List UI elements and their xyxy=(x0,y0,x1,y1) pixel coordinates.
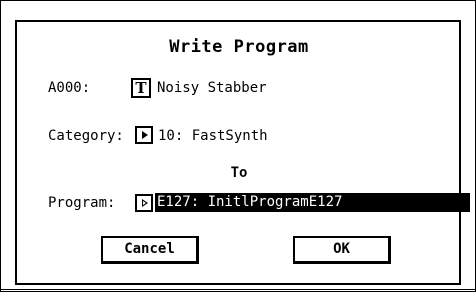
write-program-dialog: Write Program A000: T Noisy Stabber Cate… xyxy=(0,0,476,292)
program-destination-field[interactable]: E127: InitlProgramE127 xyxy=(155,193,470,212)
ok-button[interactable]: OK xyxy=(293,236,391,264)
category-popup-arrow-icon[interactable] xyxy=(135,126,153,144)
dialog-frame xyxy=(15,20,461,285)
category-value: 10: FastSynth xyxy=(158,128,268,144)
to-label: To xyxy=(230,165,248,181)
source-program-name: Noisy Stabber xyxy=(157,80,267,96)
cancel-button[interactable]: Cancel xyxy=(101,236,199,264)
category-label: Category: xyxy=(48,128,124,144)
source-program-label: A000: xyxy=(48,80,91,96)
dialog-title: Write Program xyxy=(169,37,309,57)
text-edit-icon[interactable]: T xyxy=(131,78,151,98)
program-label: Program: xyxy=(48,195,116,211)
program-popup-arrow-icon[interactable] xyxy=(135,194,153,212)
